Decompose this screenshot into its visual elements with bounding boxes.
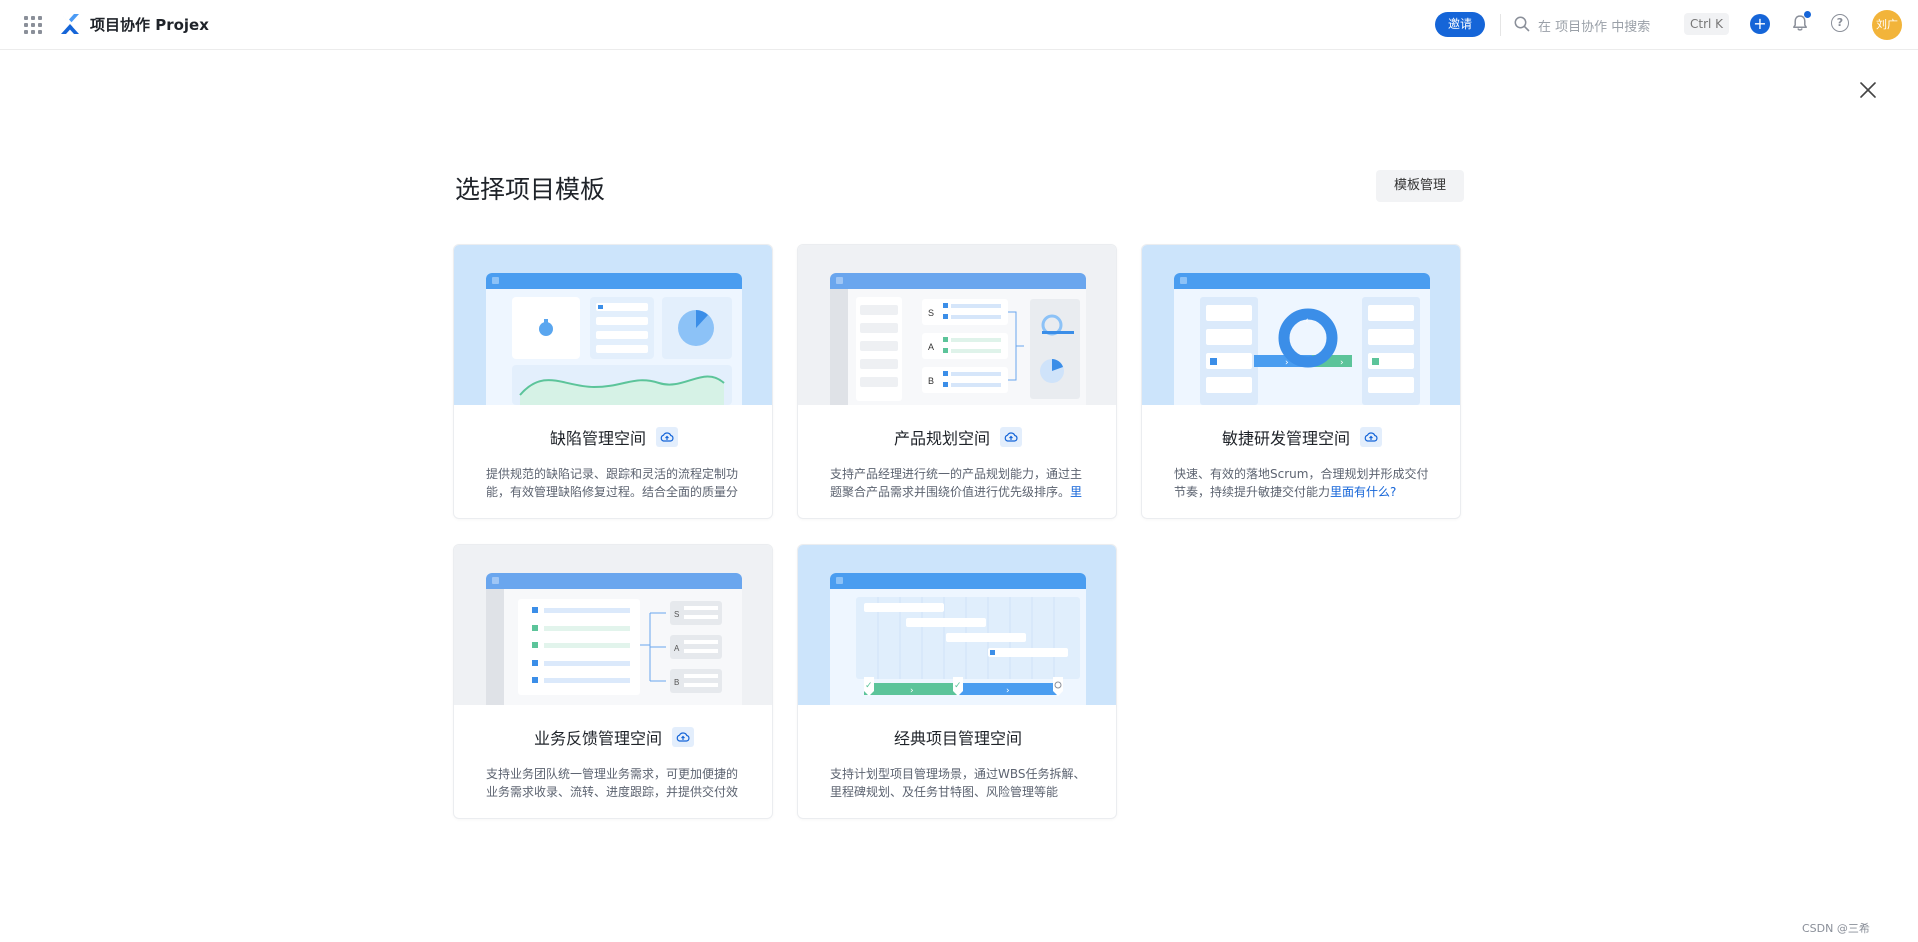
feedback-s-label: S [674, 610, 679, 619]
card-more-link[interactable]: 里面有什么? [1330, 485, 1396, 499]
gantt-arrow-2: › [1006, 686, 1010, 696]
notification-dot [1804, 11, 1811, 18]
card-description: 支持业务团队统一管理业务需求，可更加便捷的业务需求收录、流转、进度跟踪，并提供交… [486, 765, 746, 801]
cycle-mark-2: › [1285, 358, 1289, 368]
priority-a-label: A [928, 342, 934, 352]
gantt-illustration: ✓ ✓ › › [798, 545, 1116, 705]
top-bar: 项目协作 Projex 邀请 在 项目协作 中搜索 Ctrl K + ? 刘广 [0, 0, 1918, 50]
close-icon[interactable] [1856, 78, 1880, 102]
card-title: 经典项目管理空间 [893, 729, 1022, 748]
card-title: 业务反馈管理空间 [533, 729, 662, 748]
priority-s-label: S [928, 308, 934, 318]
cloud-upload-icon [656, 427, 678, 447]
page-title: 选择项目模板 [455, 175, 606, 204]
defect-illustration [454, 245, 772, 405]
card-title-row: 敏捷研发管理空间 [1142, 425, 1460, 449]
feedback-a-label: A [674, 644, 680, 653]
card-title: 敏捷研发管理空间 [1221, 429, 1350, 448]
create-plus-icon[interactable]: + [1750, 14, 1770, 34]
cycle-mark-1: ‹ [1305, 316, 1309, 326]
toolbar-divider [1500, 14, 1501, 36]
card-title: 缺陷管理空间 [549, 429, 646, 448]
card-title-row: 产品规划空间 [798, 425, 1116, 449]
card-desc-text: 支持业务团队统一管理业务需求，可更加便捷的业务需求收录、流转、进度跟踪，并提供交… [486, 767, 739, 799]
template-card-classic[interactable]: ✓ ✓ › › 经典项目管理空间 支持计划型项目管理场景，通过WBS任务拆解、里… [797, 544, 1117, 819]
cloud-upload-icon [1000, 427, 1022, 447]
cycle-mark-3: › [1340, 358, 1344, 368]
cloud-upload-icon [1360, 427, 1382, 447]
card-description: 快速、有效的落地Scrum，合理规划并形成交付节奏，持续提升敏捷交付能力里面有什… [1174, 465, 1434, 501]
template-card-feedback[interactable]: S A B 业务反馈管理空间 支持业务团队统一管理业务需求，可更加便捷的业务需求… [453, 544, 773, 819]
template-card-agile[interactable]: ‹ › › 敏捷研发管理空间 快速、有效的落地Scrum，合理规划并形成交付节奏… [1141, 244, 1461, 519]
card-title-row: 缺陷管理空间 [454, 425, 772, 449]
template-manage-button[interactable]: 模板管理 [1376, 170, 1464, 202]
template-card-defect[interactable]: 缺陷管理空间 提供规范的缺陷记录、跟踪和灵活的流程定制功能，有效管理缺陷修复过程… [453, 244, 773, 519]
card-title-row: 经典项目管理空间 [798, 725, 1116, 749]
template-card-product[interactable]: S A B 产品规划空间 支持产品经理进行统一的产品规划能力，通过主题聚合产品需… [797, 244, 1117, 519]
card-description: 提供规范的缺陷记录、跟踪和灵活的流程定制功能，有效管理缺陷修复过程。结合全面的质… [486, 465, 746, 501]
agile-illustration: ‹ › › [1142, 245, 1460, 405]
feedback-b-label: B [674, 678, 679, 687]
card-title: 产品规划空间 [893, 429, 990, 448]
card-description: 支持计划型项目管理场景，通过WBS任务拆解、里程碑规划、及任务甘特图、风险管理等… [830, 765, 1090, 801]
search-input[interactable]: 在 项目协作 中搜索 [1538, 16, 1650, 35]
card-desc-text: 提供规范的缺陷记录、跟踪和灵活的流程定制功能，有效管理缺陷修复过程。结合全面的质… [486, 467, 739, 499]
projex-logo-icon[interactable] [58, 12, 82, 36]
search-shortcut-badge: Ctrl K [1684, 13, 1730, 35]
card-more-link[interactable]: 里 [1070, 485, 1082, 499]
cloud-upload-icon [672, 727, 694, 747]
feedback-illustration: S A B [454, 545, 772, 705]
watermark: CSDN @三希 [1802, 922, 1870, 935]
priority-b-label: B [928, 376, 934, 386]
card-desc-text: 支持产品经理进行统一的产品规划能力，通过主题聚合产品需求并围绕价值进行优先级排序… [830, 467, 1083, 499]
avatar[interactable]: 刘广 [1872, 10, 1902, 40]
milestone-done-1: ✓ [865, 681, 873, 691]
search-icon[interactable] [1513, 15, 1531, 33]
gantt-arrow-1: › [910, 686, 914, 696]
milestone-done-2: ✓ [954, 681, 962, 691]
card-desc-text: 支持计划型项目管理场景，通过WBS任务拆解、里程碑规划、及任务甘特图、风险管理等… [830, 767, 1086, 799]
apps-grid-icon[interactable] [24, 16, 42, 34]
card-description: 支持产品经理进行统一的产品规划能力，通过主题聚合产品需求并围绕价值进行优先级排序… [830, 465, 1090, 501]
product-illustration: S A B [798, 245, 1116, 405]
invite-button[interactable]: 邀请 [1435, 12, 1485, 37]
app-title[interactable]: 项目协作 Projex [90, 14, 209, 35]
card-title-row: 业务反馈管理空间 [454, 725, 772, 749]
help-icon[interactable]: ? [1831, 14, 1849, 32]
